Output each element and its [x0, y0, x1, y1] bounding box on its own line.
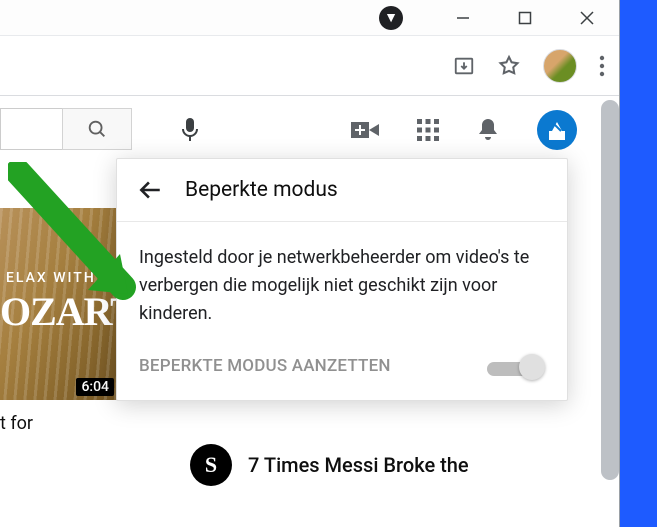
popover-description: Ingesteld door je netwerkbeheerder om vi…: [139, 244, 545, 328]
notifications-bell-icon[interactable]: [477, 117, 499, 143]
tab-indicator-icon: ▼: [379, 6, 403, 30]
popover-header: Beperkte modus: [117, 159, 567, 222]
restricted-mode-popover: Beperkte modus Ingesteld door je netwerk…: [116, 158, 568, 401]
bookmark-star-icon[interactable]: [497, 54, 521, 78]
thumbnail-duration-badge: 6:04: [76, 378, 114, 396]
tab-indicator-glyph: ▼: [384, 9, 398, 26]
install-app-icon[interactable]: [453, 55, 475, 77]
browser-profile-avatar[interactable]: [543, 49, 577, 83]
apps-grid-icon[interactable]: [417, 119, 439, 141]
search-button[interactable]: [62, 108, 132, 150]
window-maximize-button[interactable]: [505, 2, 545, 34]
toggle-label: BEPERKTE MODUS AANZETTEN: [139, 356, 391, 376]
window-close-button[interactable]: [567, 2, 607, 34]
window-titlebar: ▼: [0, 0, 619, 36]
account-avatar[interactable]: [537, 110, 577, 150]
search-group: [0, 108, 132, 150]
feed-video-title[interactable]: 7 Times Messi Broke the: [248, 453, 568, 478]
channel-avatar-icon[interactable]: S: [190, 444, 232, 486]
channel-avatar-letter: S: [205, 452, 217, 478]
popover-body: Ingesteld door je netwerkbeheerder om vi…: [117, 222, 567, 400]
browser-toolbar: [0, 36, 619, 96]
create-video-icon[interactable]: [351, 120, 379, 140]
youtube-header: [0, 96, 619, 162]
toggle-row: BEPERKTE MODUS AANZETTEN: [139, 356, 545, 376]
browser-window: ▼: [0, 0, 620, 527]
youtube-header-actions: [351, 110, 577, 150]
search-input[interactable]: [0, 108, 62, 150]
annotation-arrow-icon: [8, 162, 148, 322]
video-title[interactable]: t for: [0, 412, 118, 435]
toggle-knob: [519, 354, 545, 380]
browser-menu-icon[interactable]: [599, 55, 605, 77]
popover-title: Beperkte modus: [185, 178, 338, 202]
restricted-mode-toggle[interactable]: [487, 356, 545, 376]
page-content: ELAX WITH OZART 6:04 t for S 7 Times Mes…: [0, 96, 619, 527]
feed-item[interactable]: S 7 Times Messi Broke the: [190, 444, 568, 486]
voice-search-button[interactable]: [170, 110, 210, 150]
window-minimize-button[interactable]: [443, 2, 483, 34]
